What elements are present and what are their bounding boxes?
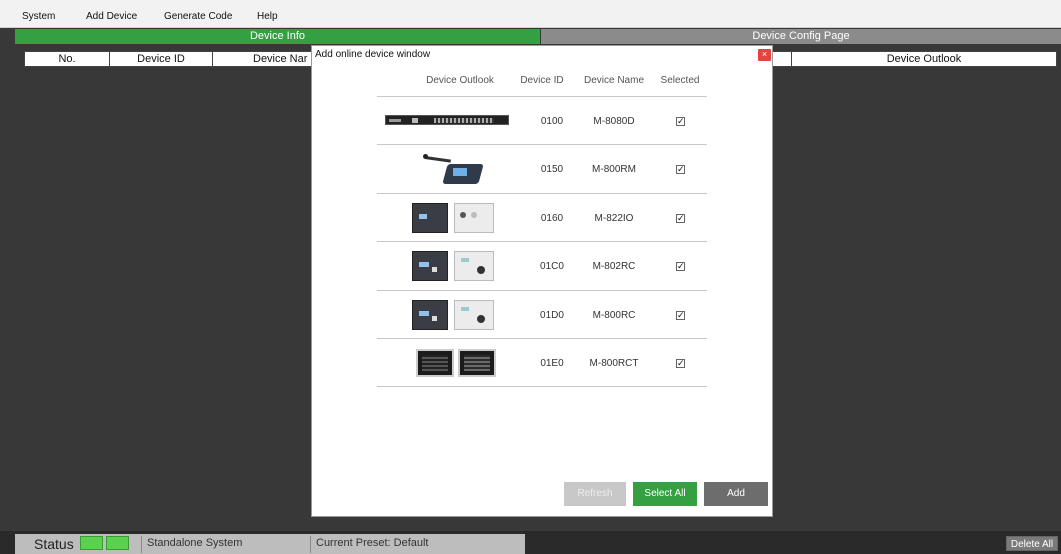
add-button[interactable]: Add xyxy=(704,482,768,506)
select-all-button[interactable]: Select All xyxy=(633,482,697,506)
device-id-cell: 0100 xyxy=(540,116,564,127)
device-name-cell: M-800RC xyxy=(592,310,636,321)
row-divider xyxy=(377,241,707,242)
device-name-cell: M-802RC xyxy=(592,261,636,272)
row-divider xyxy=(377,193,707,194)
device-name-cell: M-800RCT xyxy=(589,358,639,369)
header-device-id: Device ID xyxy=(520,75,564,86)
close-icon[interactable]: × xyxy=(758,49,771,61)
column-device-outlook: Device Outlook xyxy=(791,52,1056,66)
wall-io-panel-image xyxy=(412,203,494,233)
selected-checkbox[interactable]: ✓ xyxy=(676,214,685,223)
column-device-name: Device Nar xyxy=(253,53,308,65)
row-divider xyxy=(377,96,707,97)
menu-help[interactable]: Help xyxy=(257,11,278,22)
header-device-outlook: Device Outlook xyxy=(426,75,494,86)
status-current-preset: Current Preset: Default xyxy=(316,537,429,549)
selected-checkbox[interactable]: ✓ xyxy=(676,262,685,271)
status-led-1 xyxy=(80,536,103,550)
header-device-name: Device Name xyxy=(583,75,645,86)
menu-add-device[interactable]: Add Device xyxy=(86,11,137,22)
rack-unit-image xyxy=(385,115,509,125)
header-selected: Selected xyxy=(660,75,700,86)
selected-checkbox[interactable]: ✓ xyxy=(676,165,685,174)
paging-microphone-image xyxy=(423,150,485,186)
menu-system[interactable]: System xyxy=(22,11,55,22)
device-id-cell: 01D0 xyxy=(540,310,564,321)
tab-device-info[interactable]: Device Info xyxy=(15,29,540,44)
column-device-id: Device ID xyxy=(110,52,213,66)
selected-checkbox[interactable]: ✓ xyxy=(676,117,685,126)
dialog-title: Add online device window xyxy=(315,49,431,60)
row-divider xyxy=(377,338,707,339)
tab-device-config-page[interactable]: Device Config Page xyxy=(541,29,1061,44)
delete-all-button[interactable]: Delete All xyxy=(1006,536,1058,551)
row-divider xyxy=(377,290,707,291)
add-online-device-dialog: Add online device window × Device Outloo… xyxy=(311,45,773,517)
menu-generate-code[interactable]: Generate Code xyxy=(164,11,232,22)
device-name-cell: M-822IO xyxy=(594,213,634,224)
refresh-button[interactable]: Refresh xyxy=(564,482,626,506)
touch-panel-image xyxy=(416,349,498,377)
device-id-cell: 0150 xyxy=(540,164,564,175)
status-divider xyxy=(141,536,142,553)
device-id-cell: 01E0 xyxy=(540,358,564,369)
device-name-cell: M-8080D xyxy=(593,116,635,127)
device-name-cell: M-800RM xyxy=(592,164,636,175)
status-divider xyxy=(310,536,311,553)
selected-checkbox[interactable]: ✓ xyxy=(676,311,685,320)
column-no: No. xyxy=(25,52,110,66)
row-divider xyxy=(377,386,707,387)
menu-bar: System Add Device Generate Code Help xyxy=(0,0,1061,28)
selected-checkbox[interactable]: ✓ xyxy=(676,359,685,368)
status-system-mode: Standalone System xyxy=(147,537,243,549)
status-led-2 xyxy=(106,536,129,550)
device-id-cell: 01C0 xyxy=(540,261,564,272)
device-id-cell: 0160 xyxy=(540,213,564,224)
wall-remote-control-image xyxy=(412,300,494,330)
wall-remote-control-image xyxy=(412,251,494,281)
row-divider xyxy=(377,144,707,145)
status-label: Status xyxy=(34,536,74,552)
